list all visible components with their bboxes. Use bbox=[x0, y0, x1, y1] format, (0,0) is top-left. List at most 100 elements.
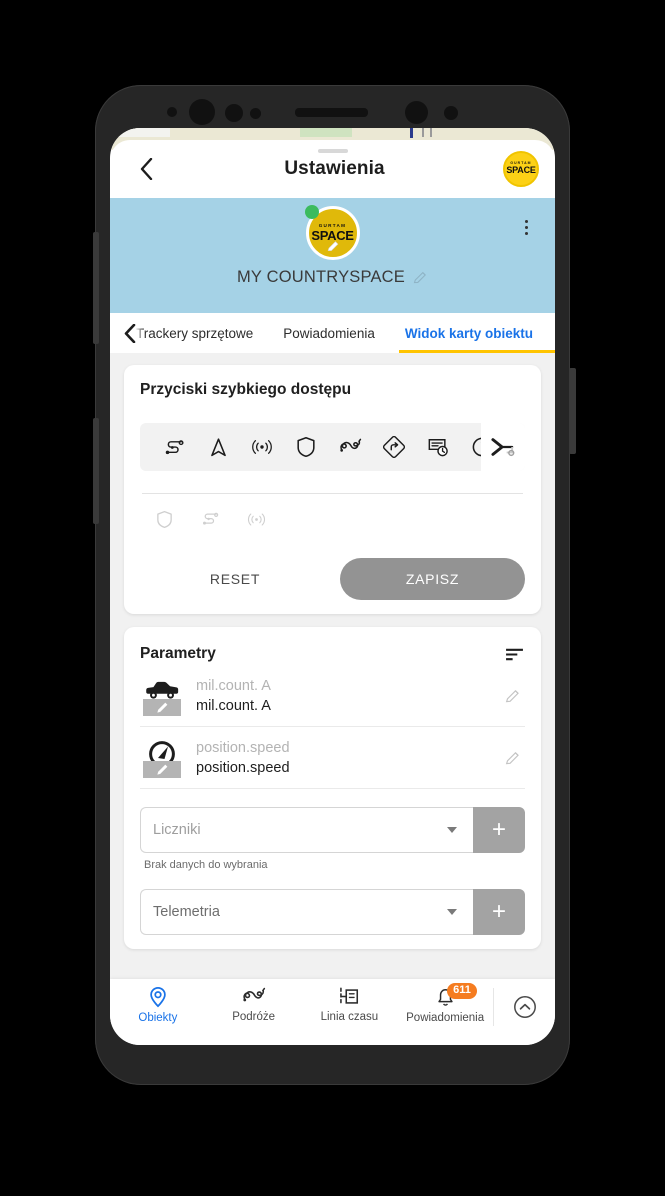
profile-name: MY COUNTRYSPACE bbox=[236, 268, 406, 286]
map-road bbox=[422, 128, 424, 137]
sort-descending-icon bbox=[505, 648, 523, 660]
quick-access-trips-button[interactable] bbox=[328, 423, 372, 471]
trip-track-icon bbox=[243, 987, 265, 1002]
brand-logo-main: SPACE bbox=[506, 164, 536, 175]
chevron-left-icon bbox=[140, 158, 152, 180]
quick-access-card: Przyciski szybkiego dostępu RESET ZAPISZ bbox=[124, 365, 541, 614]
nav-label: Linia czasu bbox=[320, 1011, 379, 1023]
turn-arrow-icon bbox=[383, 436, 405, 458]
parameters-title: Parametry bbox=[140, 645, 216, 662]
nav-item-objects[interactable]: Obiekty bbox=[110, 986, 206, 1024]
parameter-value: position.speed bbox=[196, 759, 290, 776]
settings-scroll-area[interactable]: Przyciski szybkiego dostępu RESET ZAPISZ… bbox=[110, 353, 555, 1003]
volume-down-button[interactable] bbox=[93, 418, 99, 524]
pencil-icon bbox=[505, 752, 519, 765]
save-button[interactable]: ZAPISZ bbox=[340, 558, 525, 600]
sheet-handle[interactable] bbox=[317, 149, 348, 153]
tab-label: Widok karty obiektu bbox=[404, 325, 533, 341]
tabs-scroll-left-button[interactable] bbox=[118, 321, 142, 345]
parameters-header: Parametry bbox=[140, 643, 525, 665]
quick-access-inactive-signal-button[interactable] bbox=[244, 506, 268, 532]
avatar-wrapper[interactable]: GURTAM SPACE bbox=[304, 205, 360, 260]
quick-access-title: Przyciski szybkiego dostępu bbox=[140, 381, 352, 398]
timeline-icon bbox=[340, 987, 359, 1006]
telemetry-add-button[interactable]: + bbox=[473, 889, 525, 936]
sensor-dot bbox=[444, 106, 458, 120]
sensor-dot bbox=[405, 101, 428, 124]
avatar-pencil-icon bbox=[327, 241, 338, 251]
screenshot-root: Ustawienia GURTAM SPACE GURTAM SPACE MY … bbox=[0, 0, 665, 1196]
nav-item-timeline[interactable]: Linia czasu bbox=[302, 986, 398, 1023]
parameter-icon-wrapper bbox=[140, 678, 182, 716]
quick-access-report-button[interactable] bbox=[416, 423, 460, 471]
quick-access-signal-button[interactable] bbox=[240, 423, 284, 471]
telemetry-select-placeholder: Telemetria bbox=[153, 904, 220, 921]
counters-helper-text: Brak danych do wybrania bbox=[144, 859, 268, 872]
map-road bbox=[430, 128, 432, 137]
quick-access-route-button[interactable] bbox=[152, 423, 196, 471]
counters-select-row: Liczniki + bbox=[140, 807, 525, 854]
app-bar: Ustawienia GURTAM SPACE bbox=[110, 140, 555, 198]
chevron-down-icon bbox=[447, 827, 457, 834]
quick-access-navigation-button[interactable] bbox=[196, 423, 240, 471]
chevron-right-settings-icon bbox=[491, 438, 515, 457]
chevron-down-icon bbox=[447, 909, 457, 916]
quick-access-active-strip bbox=[140, 423, 525, 471]
report-clock-icon bbox=[428, 438, 448, 456]
front-camera bbox=[189, 99, 215, 125]
quick-access-more-button[interactable] bbox=[481, 423, 525, 471]
counters-select[interactable]: Liczniki bbox=[140, 807, 473, 854]
brand-logo-badge[interactable]: GURTAM SPACE bbox=[503, 151, 539, 187]
pencil-icon[interactable] bbox=[412, 270, 428, 286]
map-road bbox=[410, 128, 413, 138]
counters-add-button[interactable]: + bbox=[473, 807, 525, 854]
profile-name-row: MY COUNTRYSPACE bbox=[110, 268, 555, 287]
parameter-row-speed[interactable]: position.speed position.speed bbox=[140, 727, 525, 790]
quick-access-shield-button[interactable] bbox=[284, 423, 328, 471]
nav-label: Podróże bbox=[232, 1011, 276, 1023]
tab-object-card-view[interactable]: Widok karty obiektu bbox=[398, 313, 555, 353]
nav-item-notifications[interactable]: 611 Powiadomienia bbox=[397, 983, 493, 1024]
kebab-dot bbox=[524, 219, 528, 223]
route-icon bbox=[202, 512, 218, 525]
back-button[interactable] bbox=[126, 149, 166, 189]
plus-icon: + bbox=[491, 816, 506, 844]
quick-access-turn-button[interactable] bbox=[372, 423, 416, 471]
nav-label: Obiekty bbox=[138, 1012, 178, 1024]
sensor-dot bbox=[250, 108, 261, 119]
nav-item-trips[interactable]: Podróże bbox=[206, 986, 302, 1023]
parameter-edit-overlay bbox=[143, 760, 181, 778]
power-button[interactable] bbox=[569, 368, 576, 454]
nav-label: Powiadomienia bbox=[406, 1012, 485, 1024]
counters-select-placeholder: Liczniki bbox=[153, 822, 201, 839]
broadcast-signal-icon bbox=[252, 440, 272, 454]
volume-up-button[interactable] bbox=[93, 232, 99, 344]
profile-menu-button[interactable] bbox=[513, 214, 539, 240]
profile-header: GURTAM SPACE MY COUNTRYSPACE bbox=[110, 198, 555, 313]
bottom-navigation: Obiekty Podróże Linia czasu 611 Powiadom… bbox=[110, 979, 555, 1045]
quick-access-inactive-shield-button[interactable] bbox=[152, 506, 176, 532]
parameter-key: position.speed bbox=[196, 740, 290, 757]
notifications-badge: 611 bbox=[447, 983, 477, 1000]
reset-button[interactable]: RESET bbox=[140, 559, 330, 599]
sensor-dot bbox=[167, 107, 177, 117]
page-title: Ustawienia bbox=[284, 158, 385, 179]
sort-button[interactable] bbox=[503, 643, 525, 665]
parameter-key: mil.count. A bbox=[196, 678, 271, 694]
tab-label: Trackery sprzętowe bbox=[136, 325, 254, 341]
parameter-edit-overlay bbox=[143, 698, 181, 716]
broadcast-signal-icon bbox=[247, 512, 265, 526]
telemetry-select[interactable]: Telemetria bbox=[140, 889, 473, 936]
parameter-edit-button[interactable] bbox=[499, 684, 525, 710]
chevron-left-icon bbox=[124, 323, 136, 343]
tab-hardware-trackers[interactable]: Trackery sprzętowe bbox=[136, 313, 253, 353]
parameters-card: Parametry mil.count. A mil.count. A posi… bbox=[124, 627, 541, 950]
tab-notifications[interactable]: Powiadomienia bbox=[283, 313, 375, 353]
expand-sheet-button[interactable] bbox=[493, 988, 555, 1026]
sensor-dot bbox=[225, 104, 243, 122]
quick-access-inactive-route-button[interactable] bbox=[198, 506, 222, 532]
parameter-row-mileage[interactable]: mil.count. A mil.count. A bbox=[140, 665, 525, 728]
earpiece-speaker bbox=[295, 108, 368, 117]
tab-bar: Trackery sprzętowe Powiadomienia Widok k… bbox=[110, 313, 555, 353]
parameter-edit-button[interactable] bbox=[499, 746, 525, 772]
